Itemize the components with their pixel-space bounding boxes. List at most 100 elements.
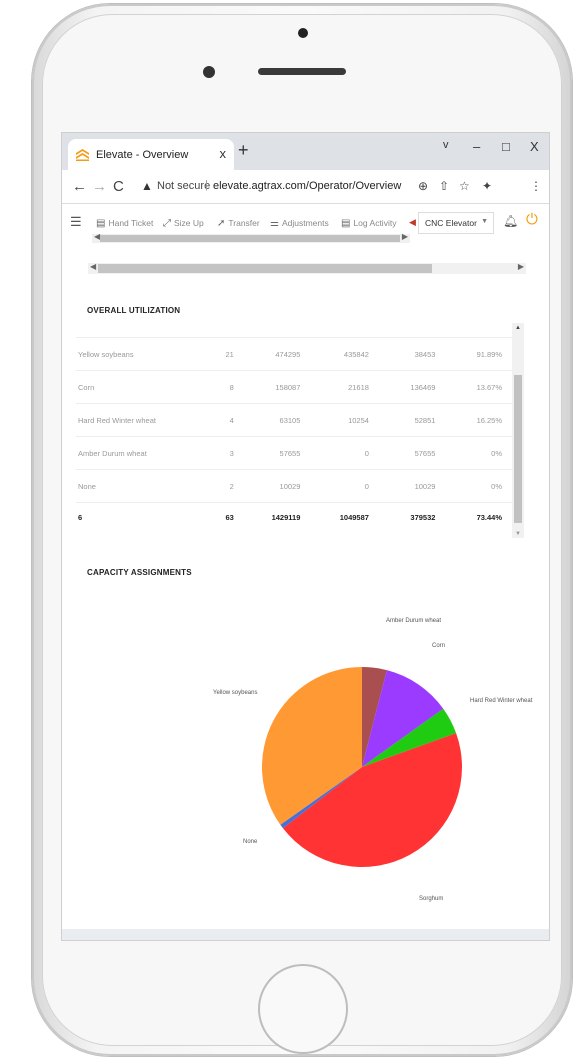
toolbar-adjustments[interactable]: ⚌ Adjustments bbox=[270, 218, 329, 229]
table-cell: 4 bbox=[194, 403, 234, 437]
table-cell: 16.25% bbox=[435, 403, 514, 437]
capacity-pie-chart bbox=[261, 667, 462, 867]
transfer-icon: ➚ bbox=[217, 218, 226, 229]
browser-screen: Elevate - Overview x + v – □ X ← → C ▲ N… bbox=[62, 133, 549, 940]
pie-label: Amber Durum wheat bbox=[386, 618, 442, 624]
table-cell: Yellow soybeans bbox=[76, 337, 195, 371]
url-field[interactable]: elevate.agtrax.com/Operator/Overview bbox=[213, 180, 401, 192]
utilization-table: Yellow soybeans 21 474295 435842 38453 91.89%… bbox=[76, 323, 514, 528]
scroll-left-icon[interactable]: ◀ bbox=[90, 262, 96, 271]
table-cell: Hard Red Winter wheat bbox=[76, 403, 195, 437]
table-cell: None bbox=[76, 469, 195, 503]
extensions-icon[interactable]: ✦ bbox=[482, 179, 492, 193]
tab-elevate-overview[interactable]: Elevate - Overview x bbox=[68, 139, 234, 170]
table-row[interactable]: Hard Red Winter wheat 4 63105 10254 52851 16.… bbox=[76, 403, 514, 437]
scroll-right-icon[interactable]: ▶ bbox=[402, 232, 408, 241]
minimize-icon[interactable]: – bbox=[473, 139, 480, 154]
toolbar-log-activity[interactable]: ▤ Log Activity bbox=[341, 218, 396, 229]
sliders-icon: ⚌ bbox=[270, 218, 279, 229]
table-cell: 10029 bbox=[368, 469, 436, 503]
table-cell: 379532 bbox=[410, 513, 436, 522]
table-cell: Corn bbox=[76, 370, 195, 404]
table-cell: 0 bbox=[300, 436, 369, 470]
pie-label: None bbox=[243, 839, 258, 845]
toolbar-label: Log Activity bbox=[353, 218, 397, 228]
resize-icon: ⤢ bbox=[163, 218, 171, 229]
table-cell: 91.89% bbox=[435, 337, 514, 371]
pie-label: Corn bbox=[432, 643, 446, 649]
back-icon[interactable]: ← bbox=[72, 178, 87, 195]
toolbar-size-up[interactable]: ⤢ Size Up bbox=[163, 218, 204, 229]
utilization-title: OVERALL UTILIZATION bbox=[87, 306, 181, 315]
utilization-vertical-scrollbar[interactable]: ▲ ▼ bbox=[512, 323, 524, 538]
table-cell: 0 bbox=[300, 469, 369, 503]
forward-icon[interactable]: → bbox=[92, 178, 107, 195]
toolbar-scroll-left-icon[interactable]: ◀ bbox=[409, 217, 416, 228]
table-row[interactable]: Amber Durum wheat 3 57655 0 57655 0% bbox=[76, 436, 514, 470]
scroll-down-icon[interactable]: ▼ bbox=[515, 531, 521, 537]
table-cell: 474295 bbox=[233, 337, 301, 371]
new-tab-icon[interactable]: + bbox=[238, 140, 249, 161]
hamburger-menu-icon[interactable]: ☰ bbox=[70, 214, 82, 230]
table-cell: 73.44% bbox=[476, 513, 502, 522]
ticket-icon: ▤ bbox=[96, 218, 106, 229]
close-window-icon[interactable]: X bbox=[530, 139, 539, 154]
scroll-right-icon[interactable]: ▶ bbox=[518, 262, 524, 271]
toolbar-transfer[interactable]: ➚ Transfer bbox=[217, 218, 260, 229]
address-bar: ← → C ▲ Not secure | elevate.agtrax.com/… bbox=[62, 170, 549, 204]
caret-down-icon: ▼ bbox=[481, 218, 488, 225]
warning-icon[interactable]: ▲ bbox=[141, 179, 153, 193]
pie-label: Yellow soybeans bbox=[213, 690, 258, 696]
power-icon[interactable]: ⏻ bbox=[526, 211, 538, 228]
kebab-menu-icon[interactable]: ⋮ bbox=[530, 179, 542, 193]
table-cell: 0% bbox=[435, 436, 514, 470]
share-icon[interactable]: ⇧ bbox=[439, 179, 449, 193]
table-cell bbox=[76, 323, 514, 338]
app-toolbar: ☰ ▤ Hand Ticket ⤢ Size Up ➚ Transfer ⚌ Adjus… bbox=[62, 204, 549, 248]
table-cell: 21 bbox=[194, 337, 234, 371]
toolbar-scroll-thumb[interactable] bbox=[100, 235, 400, 242]
tab-bar: Elevate - Overview x + v – □ X bbox=[62, 133, 549, 170]
pie-label: Hard Red Winter wheat bbox=[470, 698, 533, 704]
url-separator: | bbox=[205, 179, 208, 191]
table-cell: 2 bbox=[194, 469, 234, 503]
table-cell: 52851 bbox=[368, 403, 436, 437]
table-cell: 57655 bbox=[368, 436, 436, 470]
table-cell: 57655 bbox=[233, 436, 301, 470]
table-cell: 13.67% bbox=[435, 370, 514, 404]
table-cell: 158087 bbox=[233, 370, 301, 404]
star-icon[interactable]: ☆ bbox=[459, 179, 470, 193]
toolbar-label: Size Up bbox=[174, 218, 204, 228]
table-cell: 435842 bbox=[300, 337, 369, 371]
sensor-icon bbox=[203, 66, 215, 78]
horizontal-scroll-thumb[interactable] bbox=[98, 264, 432, 273]
toolbar-label: Hand Ticket bbox=[108, 218, 154, 228]
bell-icon[interactable]: 🔔︎ bbox=[503, 214, 518, 228]
table-cell: 136469 bbox=[368, 370, 436, 404]
location-select[interactable]: CNC Elevator ▼ bbox=[418, 212, 494, 234]
table-row[interactable]: Yellow soybeans 21 474295 435842 38453 91.89% bbox=[76, 337, 514, 371]
content-horizontal-scrollbar[interactable]: ◀ ▶ bbox=[88, 262, 526, 274]
tab-search-icon[interactable]: v bbox=[443, 139, 449, 151]
table-cell: 10029 bbox=[233, 469, 301, 503]
toolbar-hand-ticket[interactable]: ▤ Hand Ticket bbox=[96, 218, 153, 229]
capacity-title: CAPACITY ASSIGNMENTS bbox=[87, 568, 192, 577]
log-icon: ▤ bbox=[341, 218, 351, 229]
maximize-icon[interactable]: □ bbox=[502, 139, 510, 154]
zoom-icon[interactable]: ⊕ bbox=[418, 179, 428, 193]
camera-icon bbox=[298, 28, 308, 38]
table-row[interactable]: Corn 8 158087 21618 136469 13.67% bbox=[76, 370, 514, 404]
vertical-scroll-thumb[interactable] bbox=[514, 375, 522, 523]
tab-close-icon[interactable]: x bbox=[220, 146, 227, 161]
table-row[interactable]: None 2 10029 0 10029 0% bbox=[76, 469, 514, 503]
elevate-logo-icon bbox=[76, 149, 89, 161]
toolbar-scrollbar[interactable]: ◀ ▶ bbox=[92, 232, 410, 243]
table-cell: 6 bbox=[78, 513, 83, 522]
security-label[interactable]: Not secure bbox=[157, 180, 210, 192]
scroll-up-icon[interactable]: ▲ bbox=[515, 325, 521, 331]
toolbar-label: Adjustments bbox=[281, 218, 329, 228]
toolbar-label: Transfer bbox=[228, 218, 260, 228]
reload-icon[interactable]: C bbox=[113, 178, 124, 195]
table-cell: 63105 bbox=[233, 403, 301, 437]
home-button[interactable] bbox=[258, 964, 348, 1054]
